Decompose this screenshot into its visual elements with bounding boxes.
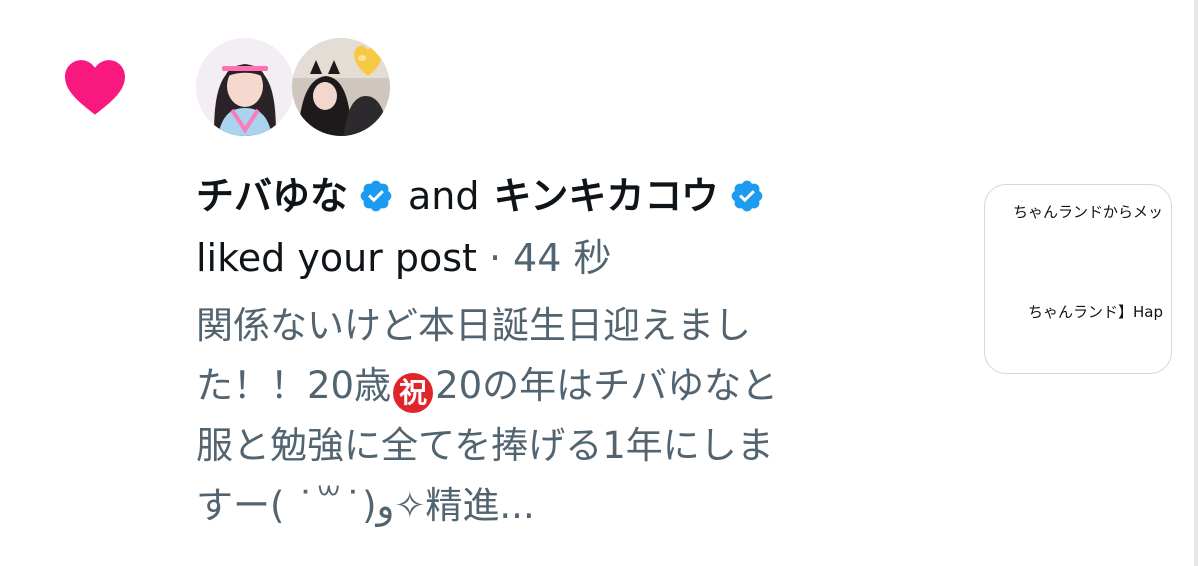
post-preview-thumbnail[interactable]: ちゃんランドからメッ ちゃんランド】Hap [984,184,1172,374]
scrollbar[interactable] [1194,0,1198,566]
avatar-user-2[interactable] [292,38,390,136]
separator-dot: · [488,236,502,280]
verified-badge-icon [360,180,392,212]
timestamp[interactable]: 44 秒 [513,228,611,288]
post-line-2-start: た！！20歳 [196,364,392,407]
post-line-2: た！！20歳祝 20の年はチバゆなと [196,356,936,416]
celebration-emoji-icon: 祝 [393,373,434,413]
preview-line-2: ちゃんランド】Hap [1028,303,1163,321]
heart-icon [65,60,125,115]
post-line-4: すー( ˙꒳˙)و✧精進... [196,484,535,527]
post-line-2-end: 20の年はチバゆなと [435,364,779,407]
post-line-1: 関係ないけど本日誕生日迎えまし [196,304,751,347]
liker-names: チバゆな and キンキカコウ [196,166,765,226]
notification-action: liked your post · 44 秒 [196,228,611,288]
verified-badge-icon [731,180,763,212]
post-text[interactable]: 関係ないけど本日誕生日迎えまし た！！20歳祝 20の年はチバゆなと 服と勉強に全… [196,296,936,536]
action-text: liked your post [196,236,477,280]
conjunction-text: and [408,174,480,218]
user-name-1[interactable]: チバゆな [196,166,348,226]
post-line-3: 服と勉強に全てを捧げる1年にしま [196,424,774,467]
preview-line-1: ちゃんランドからメッ [1012,203,1163,221]
avatar-user-1[interactable] [196,38,294,136]
like-notification[interactable]: チバゆな and キンキカコウ liked your post · 44 秒 関… [0,0,1200,566]
user-name-2[interactable]: キンキカコウ [494,166,719,226]
